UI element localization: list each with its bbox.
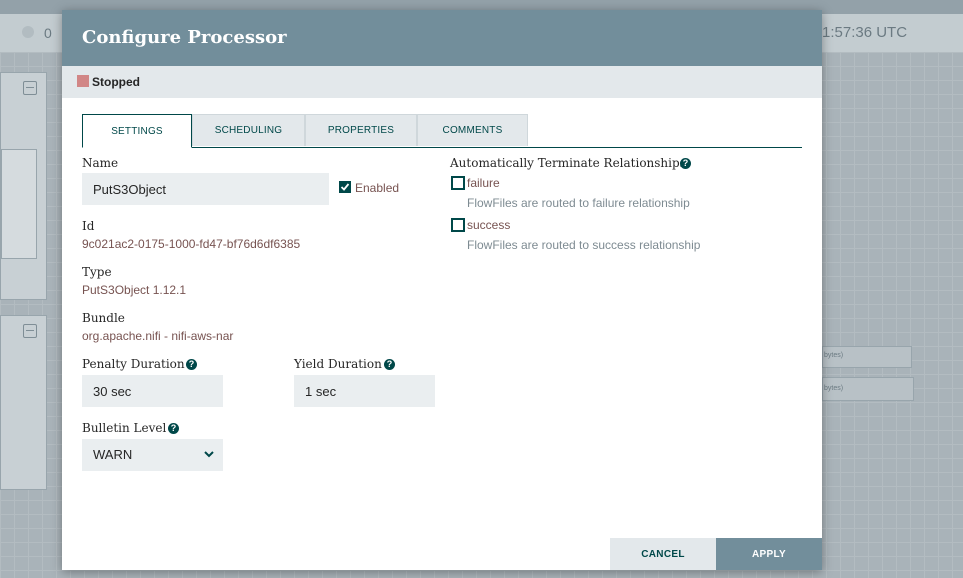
status-dot-icon [22, 26, 34, 38]
tab-properties[interactable]: PROPERTIES [305, 114, 417, 146]
failure-description: FlowFiles are routed to failure relation… [467, 196, 690, 210]
bundle-label: Bundle [82, 311, 125, 325]
yield-duration-label: Yield Duration [294, 357, 382, 371]
processor-status-bar: Stopped [62, 66, 822, 98]
success-checkbox[interactable] [451, 218, 465, 232]
penalty-duration-input[interactable] [82, 375, 223, 407]
connection-label: bytes) [822, 377, 914, 401]
bulletin-level-value: WARN [93, 447, 133, 462]
tab-scheduling[interactable]: SCHEDULING [192, 114, 305, 146]
tab-bar: SETTINGS SCHEDULING PROPERTIES COMMENTS [82, 114, 802, 148]
enabled-checkbox[interactable] [339, 181, 351, 193]
help-icon[interactable]: ? [186, 359, 197, 370]
name-label: Name [82, 156, 119, 170]
help-icon[interactable]: ? [168, 423, 179, 434]
connection-label: bytes) [822, 346, 912, 368]
collapse-icon[interactable] [23, 324, 37, 338]
penalty-duration-label: Penalty Duration [82, 357, 185, 371]
help-icon[interactable]: ? [384, 359, 395, 370]
collapse-icon[interactable] [23, 81, 37, 95]
bundle-value: org.apache.nifi - nifi-aws-nar [82, 329, 234, 343]
clock-text: 1:57:36 UTC [822, 24, 908, 41]
stat-count: 0 [44, 25, 52, 41]
yield-duration-input[interactable] [294, 375, 435, 407]
cancel-button[interactable]: CANCEL [610, 538, 716, 570]
name-input[interactable] [82, 173, 329, 205]
dialog-header: Configure Processor [62, 10, 822, 66]
success-description: FlowFiles are routed to success relation… [467, 238, 701, 252]
id-label: Id [82, 219, 95, 233]
dialog-title: Configure Processor [82, 27, 287, 48]
processor-status: Stopped [92, 75, 140, 89]
tab-settings[interactable]: SETTINGS [82, 114, 192, 148]
stopped-icon [77, 75, 89, 87]
success-label: success [467, 218, 511, 232]
bulletin-level-select[interactable]: WARN [82, 439, 223, 471]
type-label: Type [82, 265, 112, 279]
id-value: 9c021ac2-0175-1000-fd47-bf76d6df6385 [82, 237, 301, 251]
type-value: PutS3Object 1.12.1 [82, 283, 187, 297]
configure-processor-dialog: Configure Processor Stopped SETTINGS SCH… [62, 10, 822, 570]
background-panel [0, 72, 47, 300]
auto-terminate-header: Automatically Terminate Relationships [450, 156, 686, 170]
apply-button[interactable]: APPLY [716, 538, 822, 570]
checkmark-icon [340, 183, 350, 191]
enabled-label: Enabled [355, 181, 400, 195]
failure-label: failure [467, 176, 500, 190]
background-panel [0, 315, 47, 490]
panel-inner-box [1, 149, 37, 259]
failure-checkbox[interactable] [451, 176, 465, 190]
help-icon[interactable]: ? [680, 158, 691, 169]
bulletin-level-label: Bulletin Level [82, 421, 167, 435]
tab-comments[interactable]: COMMENTS [417, 114, 528, 146]
chevron-down-icon [204, 451, 214, 458]
